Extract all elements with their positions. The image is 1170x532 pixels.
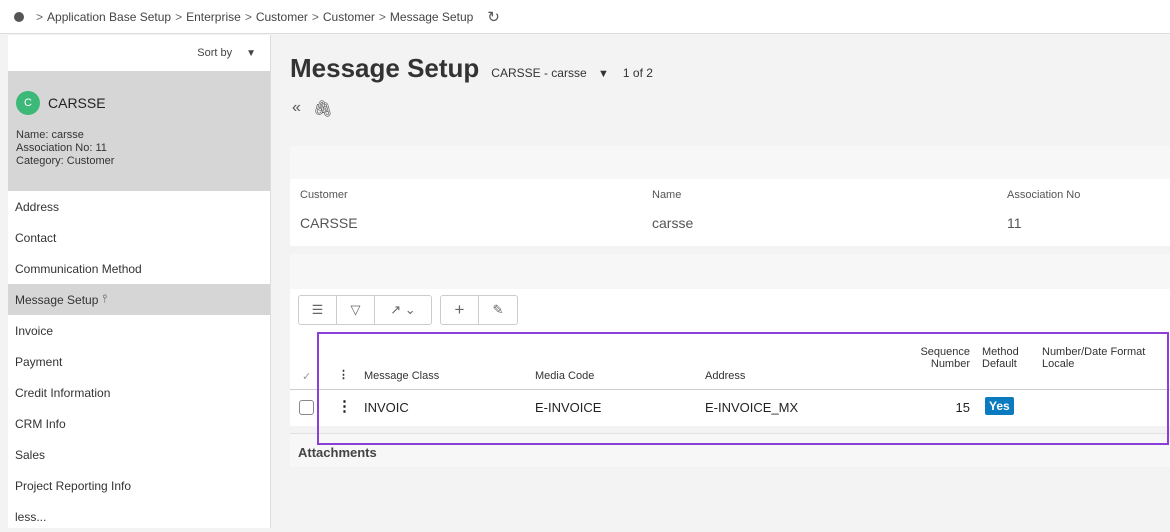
sidebar-item-label: Contact — [15, 230, 57, 245]
attachments-panel[interactable]: Attachments — [290, 433, 1170, 467]
sidebar-item-label: Invoice — [15, 323, 54, 338]
cell-address: E-INVOICE_MX — [705, 400, 799, 415]
sidebar-item-label: Sales — [15, 447, 46, 462]
field-value: carsse — [652, 215, 694, 231]
detail-panel: ☰ ▽ ↗ ⌄ + ✎ ✓ ⋮ Message Class Media Code… — [290, 254, 1170, 426]
sort-by-control[interactable]: Sort by ▼ — [8, 35, 270, 71]
column-header-method-default[interactable]: Method Default — [982, 346, 1019, 370]
edit-icon[interactable]: ✎ — [479, 296, 517, 324]
table-row[interactable]: ⋮ INVOIC E-INVOICE E-INVOICE_MX 15 Yes — [290, 391, 1170, 423]
breadcrumb: > Application Base Setup > Enterprise > … — [0, 0, 1170, 34]
header-line: Default — [982, 358, 1017, 370]
record-name: Name: carsse — [16, 129, 84, 141]
avatar: C — [16, 91, 40, 115]
chevron-right-icon: > — [378, 9, 386, 24]
cell-sequence: 15 — [955, 400, 970, 415]
page-tools: « 🖇 — [292, 99, 333, 119]
sort-by-label: Sort by — [197, 47, 233, 59]
sidebar-item-label: Project Reporting Info — [15, 478, 132, 493]
column-header-locale[interactable]: Number/Date Format Locale — [1042, 346, 1145, 370]
page-title: Message Setup — [290, 53, 480, 83]
chevron-right-icon: > — [36, 9, 44, 24]
record-card[interactable]: C CARSSE Name: carsse Association No: 11… — [8, 71, 270, 191]
sidebar-item-label: Communication Method — [15, 261, 142, 276]
sidebar-item-label: Address — [15, 199, 60, 214]
attachments-label: Attachments — [298, 445, 377, 460]
breadcrumb-item: Message Setup — [389, 9, 474, 24]
paperclip-icon[interactable]: 🖇 — [313, 99, 333, 119]
pin-icon[interactable]: ⫯ — [102, 293, 107, 306]
caret-down-icon: ▼ — [246, 47, 256, 59]
chevron-right-icon: > — [175, 9, 183, 24]
sidebar-item-less[interactable]: less... — [8, 501, 270, 532]
breadcrumb-item[interactable]: Customer — [256, 10, 308, 24]
sidebar-item-crm-info[interactable]: CRM Info — [8, 408, 270, 439]
record-association: Association No: 11 — [16, 142, 107, 154]
caret-down-icon: ▼ — [598, 68, 609, 80]
record-counter: 1 of 2 — [622, 66, 653, 80]
customer-field: Customer CARSSE — [300, 189, 358, 231]
select-all-icon[interactable]: ✓ — [302, 370, 311, 383]
column-header-address[interactable]: Address — [705, 370, 745, 382]
sidebar-item-label: CRM Info — [15, 416, 66, 431]
name-field: Name carsse — [652, 189, 693, 231]
record-category: Category: Customer — [16, 155, 115, 167]
sidebar-item-label: less... — [15, 509, 47, 524]
header-line: Locale — [1042, 358, 1075, 370]
chevron-right-icon: > — [244, 9, 252, 24]
column-menu-icon[interactable]: ⋮ — [338, 368, 349, 381]
sidebar-item-invoice[interactable]: Invoice — [8, 315, 270, 346]
sidebar-item-label: Credit Information — [15, 385, 111, 400]
field-value: CARSSE — [300, 215, 358, 231]
add-icon[interactable]: + — [441, 296, 479, 324]
collapse-icon[interactable]: « — [292, 99, 301, 119]
home-icon[interactable] — [14, 11, 24, 22]
cell-message-class: INVOIC — [364, 400, 409, 415]
field-label: Customer — [300, 189, 348, 201]
sidebar-item-communication-method[interactable]: Communication Method — [8, 253, 270, 284]
export-icon[interactable]: ↗ ⌄ — [375, 296, 431, 324]
row-checkbox[interactable] — [299, 400, 314, 415]
sidebar-item-contact[interactable]: Contact — [8, 222, 270, 253]
field-value: 11 — [1007, 215, 1022, 231]
header-line: Number — [930, 358, 970, 370]
sidebar-item-message-setup[interactable]: Message Setup ⫯ — [8, 284, 270, 315]
column-header-sequence[interactable]: Sequence Number — [900, 346, 970, 370]
header-panel: Customer CARSSE Name carsse Association … — [290, 146, 1170, 246]
sidebar-item-label: Payment — [15, 354, 63, 369]
column-header-message-class[interactable]: Message Class — [364, 370, 439, 382]
record-selector-label: CARSSE - carsse — [491, 66, 587, 80]
sidebar-item-project-reporting-info[interactable]: Project Reporting Info — [8, 470, 270, 501]
record-selector[interactable]: CARSSE - carsse ▼ — [491, 66, 609, 80]
title-row: Message Setup CARSSE - carsse ▼ 1 of 2 — [290, 53, 653, 84]
header-line: Sequence — [920, 346, 970, 358]
record-title: CARSSE — [48, 95, 106, 111]
sidebar-item-sales[interactable]: Sales — [8, 439, 270, 470]
filter-icon[interactable]: ▽ — [337, 296, 375, 324]
row-menu-icon[interactable]: ⋮ — [337, 397, 352, 415]
field-label: Name — [652, 189, 682, 201]
field-label: Association No — [1007, 189, 1081, 201]
column-header-media-code[interactable]: Media Code — [535, 370, 594, 382]
refresh-icon[interactable]: ↻ — [487, 8, 500, 26]
list-icon[interactable]: ☰ — [299, 296, 337, 324]
method-default-badge: Yes — [985, 397, 1014, 415]
header-line: Number/Date Format — [1042, 346, 1146, 358]
grid-toolbar: ☰ ▽ ↗ ⌄ + ✎ — [298, 295, 518, 325]
sidebar-item-payment[interactable]: Payment — [8, 346, 270, 377]
chevron-right-icon: > — [311, 9, 319, 24]
breadcrumb-item[interactable]: Application Base Setup — [47, 10, 171, 24]
sidebar-item-address[interactable]: Address — [8, 191, 270, 222]
cell-media-code: E-INVOICE — [535, 400, 602, 415]
breadcrumb-item[interactable]: Enterprise — [186, 10, 241, 24]
sidebar-item-label: Message Setup — [15, 292, 99, 307]
association-field: Association No 11 — [1007, 189, 1080, 231]
grid-header: ✓ ⋮ Message Class Media Code Address Seq… — [290, 336, 1170, 390]
sidebar-item-credit-information[interactable]: Credit Information — [8, 377, 270, 408]
breadcrumb-item[interactable]: Customer — [323, 10, 375, 24]
sidebar: Sort by ▼ C CARSSE Name: carsse Associat… — [8, 35, 271, 528]
header-line: Method — [982, 346, 1019, 358]
